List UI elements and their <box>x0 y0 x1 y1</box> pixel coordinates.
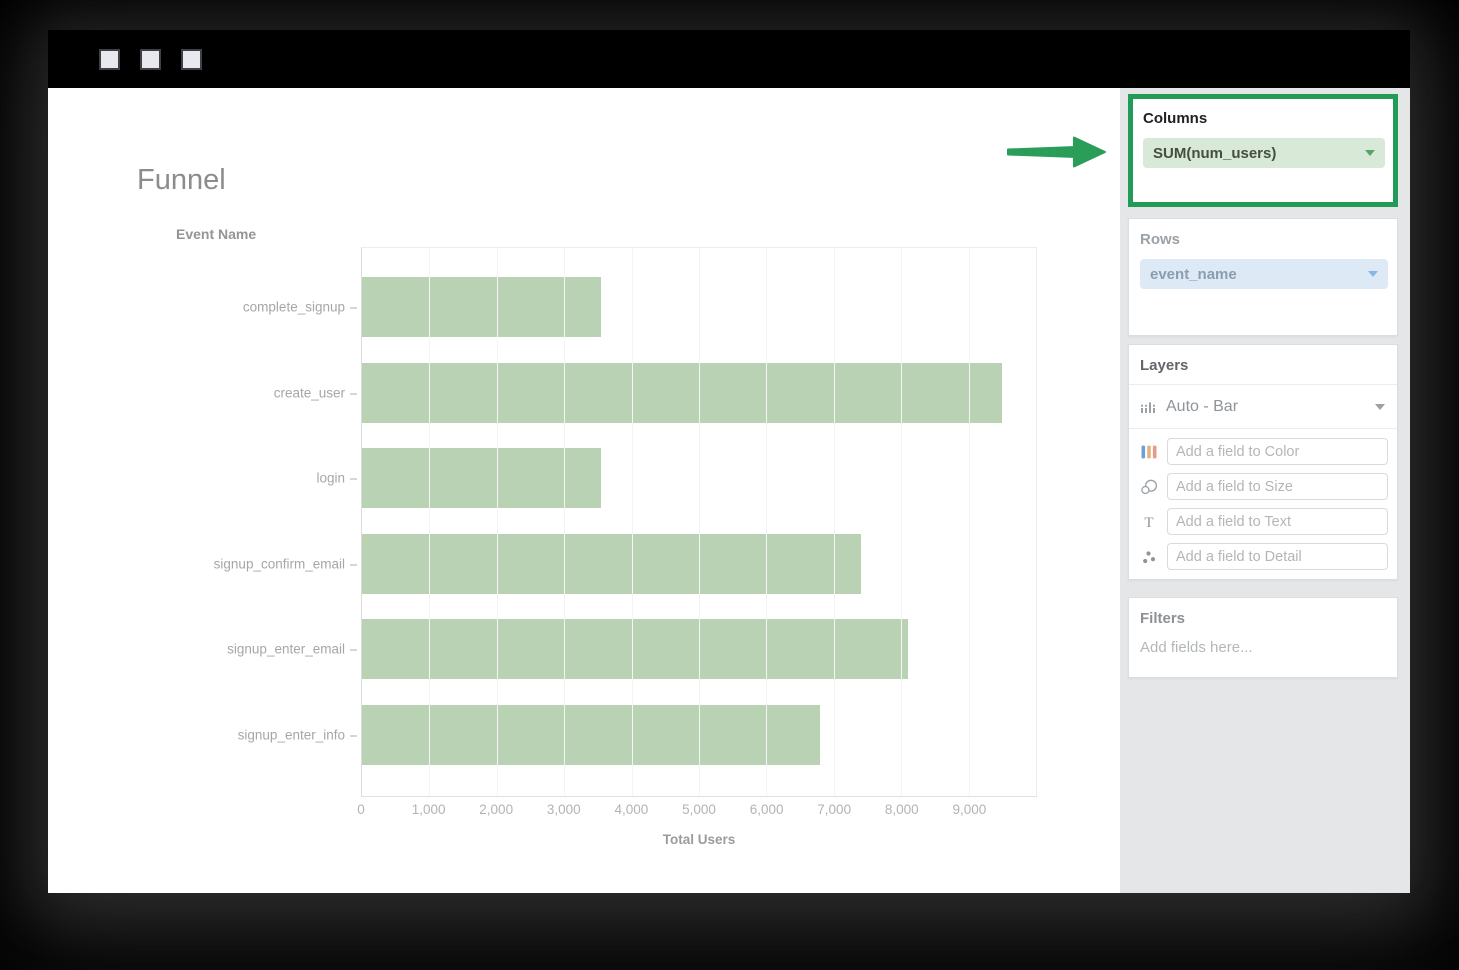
bar[interactable] <box>362 705 820 765</box>
gridline <box>834 248 835 796</box>
rows-shelf: Rows event_name <box>1128 218 1398 336</box>
x-tick-label: 2,000 <box>479 802 513 817</box>
layers-label: Layers <box>1129 345 1397 385</box>
gridline <box>429 248 430 796</box>
detail-dots-icon <box>1140 549 1158 565</box>
category-label: login <box>316 471 345 486</box>
columns-shelf: Columns SUM(num_users) <box>1128 94 1398 207</box>
category-label: signup_confirm_email <box>214 556 345 571</box>
x-tick-label: 4,000 <box>614 802 648 817</box>
layers-panel: Layers Auto - Bar <box>1128 344 1398 580</box>
chart-type-selector[interactable]: Auto - Bar <box>1129 385 1397 429</box>
window-control-square-icon[interactable] <box>99 49 120 70</box>
size-field-slot <box>1140 473 1388 500</box>
filters-panel[interactable]: Filters Add fields here... <box>1128 597 1398 678</box>
bar-chart-icon <box>1140 399 1156 415</box>
add-text-field-input[interactable] <box>1167 508 1388 535</box>
category-label: complete_signup <box>243 300 345 315</box>
rows-field-pill[interactable]: event_name <box>1140 259 1388 289</box>
category-tick <box>350 649 357 651</box>
columns-field-label: SUM(num_users) <box>1153 145 1276 162</box>
category-tick <box>350 735 357 737</box>
app-window: Funnel Event Name complete_signup create… <box>48 30 1410 893</box>
x-axis-title: Total Users <box>361 832 1037 847</box>
category-tick <box>350 478 357 480</box>
color-bars-icon <box>1140 444 1158 460</box>
x-tick-label: 8,000 <box>885 802 919 817</box>
gridline <box>766 248 767 796</box>
color-field-slot <box>1140 438 1388 465</box>
x-axis-ticks: 0 1,000 2,000 3,000 4,000 5,000 6,000 7,… <box>361 802 1037 820</box>
chevron-down-icon[interactable] <box>1365 150 1375 156</box>
rows-label: Rows <box>1140 231 1388 248</box>
window-control-square-icon[interactable] <box>181 49 202 70</box>
chart-title: Funnel <box>137 164 226 197</box>
category-label: signup_enter_info <box>238 727 345 742</box>
detail-field-slot <box>1140 543 1388 570</box>
y-axis-title: Event Name <box>176 226 256 242</box>
category-tick <box>350 564 357 566</box>
x-tick-label: 1,000 <box>412 802 446 817</box>
add-size-field-input[interactable] <box>1167 473 1388 500</box>
bar[interactable] <box>362 619 908 679</box>
gridline <box>564 248 565 796</box>
columns-label: Columns <box>1143 110 1385 127</box>
x-tick-label: 5,000 <box>682 802 716 817</box>
text-icon: T <box>1140 514 1158 530</box>
filters-label: Filters <box>1140 610 1386 627</box>
category-label: signup_enter_email <box>227 642 345 657</box>
rows-field-label: event_name <box>1150 266 1237 283</box>
chart-type-label: Auto - Bar <box>1166 398 1238 416</box>
chevron-down-icon[interactable] <box>1368 271 1378 277</box>
category-label: create_user <box>274 385 345 400</box>
gridline <box>901 248 902 796</box>
window-titlebar <box>48 30 1410 88</box>
gridline <box>699 248 700 796</box>
gridline <box>497 248 498 796</box>
bar[interactable] <box>362 277 601 337</box>
gridline <box>632 248 633 796</box>
x-tick-label: 3,000 <box>547 802 581 817</box>
filters-placeholder: Add fields here... <box>1140 639 1386 656</box>
x-tick-label: 6,000 <box>750 802 784 817</box>
add-detail-field-input[interactable] <box>1167 543 1388 570</box>
fields-panel: Columns SUM(num_users) Rows event_name L… <box>1120 88 1410 893</box>
category-tick <box>350 307 357 309</box>
text-field-slot: T <box>1140 508 1388 535</box>
gridline <box>969 248 970 796</box>
plot-area: complete_signup create_user login signup… <box>361 247 1037 797</box>
columns-field-pill[interactable]: SUM(num_users) <box>1143 138 1385 168</box>
bar[interactable] <box>362 534 861 594</box>
category-tick <box>350 393 357 395</box>
chart-canvas: Funnel Event Name complete_signup create… <box>48 88 1120 893</box>
window-control-square-icon[interactable] <box>140 49 161 70</box>
annotation-arrow-icon <box>1006 134 1106 170</box>
x-tick-label: 0 <box>357 802 365 817</box>
svg-text:T: T <box>1144 515 1153 530</box>
add-color-field-input[interactable] <box>1167 438 1388 465</box>
x-tick-label: 7,000 <box>817 802 851 817</box>
x-tick-label: 9,000 <box>952 802 986 817</box>
bar[interactable] <box>362 448 601 508</box>
bar[interactable] <box>362 363 1002 423</box>
chevron-down-icon[interactable] <box>1375 404 1385 410</box>
size-bubbles-icon <box>1140 479 1158 495</box>
